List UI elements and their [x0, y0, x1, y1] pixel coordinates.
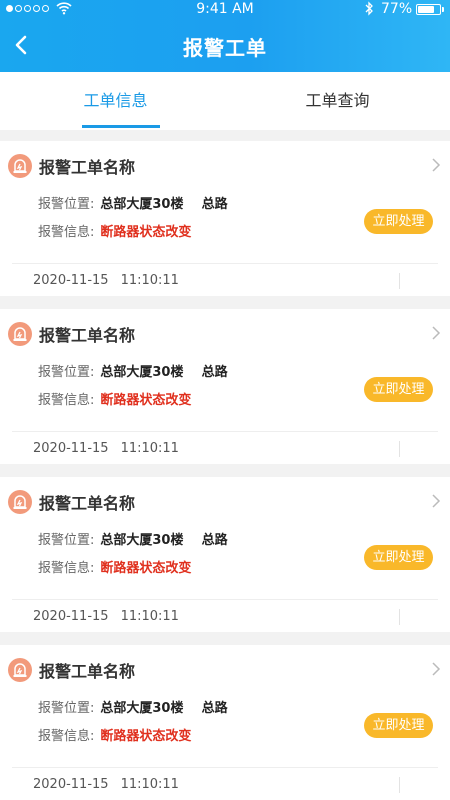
- card-time: 11:10:11: [120, 777, 179, 792]
- location-value: 总部大厦30楼 总路: [100, 533, 228, 548]
- location-row: 报警位置: 总部大厦30楼 总路: [38, 529, 228, 548]
- chevron-right-icon[interactable]: [430, 157, 442, 173]
- card-timestamp: 2020-11-15 11:10:11: [33, 441, 179, 456]
- location-label: 报警位置:: [38, 197, 95, 212]
- card-time: 11:10:11: [120, 609, 179, 624]
- card-title: 报警工单名称: [39, 494, 136, 513]
- divider: [399, 609, 400, 625]
- alarm-light-icon: [8, 490, 32, 514]
- info-label: 报警信息:: [38, 561, 95, 576]
- card-time: 11:10:11: [120, 273, 179, 288]
- info-label: 报警信息:: [38, 393, 95, 408]
- status-bar: 9:41 AM 77%: [0, 0, 450, 18]
- handle-now-button[interactable]: 立即处理: [364, 545, 433, 570]
- divider: [399, 273, 400, 289]
- card-timestamp: 2020-11-15 11:10:11: [33, 777, 179, 792]
- location-label: 报警位置:: [38, 365, 95, 380]
- alarm-order-card[interactable]: 报警工单名称 报警位置: 总部大厦30楼 总路 报警信息: 断路器状态改变 立即处理…: [0, 141, 450, 296]
- location-value: 总部大厦30楼 总路: [100, 701, 228, 716]
- location-row: 报警位置: 总部大厦30楼 总路: [38, 697, 228, 716]
- handle-now-button[interactable]: 立即处理: [364, 209, 433, 234]
- nav-bar: 报警工单: [0, 18, 450, 72]
- info-row: 报警信息: 断路器状态改变: [38, 221, 191, 240]
- alarm-order-card[interactable]: 报警工单名称 报警位置: 总部大厦30楼 总路 报警信息: 断路器状态改变 立即处理…: [0, 309, 450, 464]
- card-title: 报警工单名称: [39, 662, 136, 681]
- card-date: 2020-11-15: [33, 777, 109, 792]
- active-tab-indicator: [82, 125, 160, 128]
- bluetooth-icon: [365, 1, 373, 16]
- info-value: 断路器状态改变: [100, 393, 192, 408]
- card-time: 11:10:11: [120, 441, 179, 456]
- location-row: 报警位置: 总部大厦30楼 总路: [38, 193, 228, 212]
- card-timestamp: 2020-11-15 11:10:11: [33, 609, 179, 624]
- tab-order-info[interactable]: 工单信息: [8, 72, 223, 130]
- alarm-light-icon: [8, 322, 32, 346]
- alarm-light-icon: [8, 658, 32, 682]
- app-header: 9:41 AM 77% 报警工单: [0, 0, 450, 72]
- info-value: 断路器状态改变: [100, 729, 192, 744]
- battery-icon: [416, 4, 441, 15]
- location-row: 报警位置: 总部大厦30楼 总路: [38, 361, 228, 380]
- alarm-light-icon: [8, 154, 32, 178]
- location-label: 报警位置:: [38, 533, 95, 548]
- card-date: 2020-11-15: [33, 609, 109, 624]
- divider: [12, 263, 438, 264]
- info-value: 断路器状态改变: [100, 225, 192, 240]
- divider: [399, 441, 400, 457]
- divider: [12, 767, 438, 768]
- divider: [12, 431, 438, 432]
- battery-percent: 77%: [381, 1, 413, 17]
- location-value: 总部大厦30楼 总路: [100, 197, 228, 212]
- divider: [399, 777, 400, 793]
- tab-bar: 工单信息 工单查询: [0, 72, 450, 130]
- location-value: 总部大厦30楼 总路: [100, 365, 228, 380]
- info-label: 报警信息:: [38, 729, 95, 744]
- page-title: 报警工单: [183, 36, 267, 60]
- tab-order-query[interactable]: 工单查询: [225, 72, 450, 130]
- card-date: 2020-11-15: [33, 441, 109, 456]
- divider: [12, 599, 438, 600]
- handle-now-button[interactable]: 立即处理: [364, 713, 433, 738]
- chevron-right-icon[interactable]: [430, 661, 442, 677]
- location-label: 报警位置:: [38, 701, 95, 716]
- alarm-order-card[interactable]: 报警工单名称 报警位置: 总部大厦30楼 总路 报警信息: 断路器状态改变 立即处理…: [0, 477, 450, 632]
- info-value: 断路器状态改变: [100, 561, 192, 576]
- card-title: 报警工单名称: [39, 158, 136, 177]
- card-timestamp: 2020-11-15 11:10:11: [33, 273, 179, 288]
- info-row: 报警信息: 断路器状态改变: [38, 557, 191, 576]
- info-row: 报警信息: 断路器状态改变: [38, 725, 191, 744]
- chevron-right-icon[interactable]: [430, 325, 442, 341]
- info-label: 报警信息:: [38, 225, 95, 240]
- chevron-right-icon[interactable]: [430, 493, 442, 509]
- info-row: 报警信息: 断路器状态改变: [38, 389, 191, 408]
- alarm-order-card[interactable]: 报警工单名称 报警位置: 总部大厦30楼 总路 报警信息: 断路器状态改变 立即处理…: [0, 645, 450, 800]
- card-title: 报警工单名称: [39, 326, 136, 345]
- card-date: 2020-11-15: [33, 273, 109, 288]
- handle-now-button[interactable]: 立即处理: [364, 377, 433, 402]
